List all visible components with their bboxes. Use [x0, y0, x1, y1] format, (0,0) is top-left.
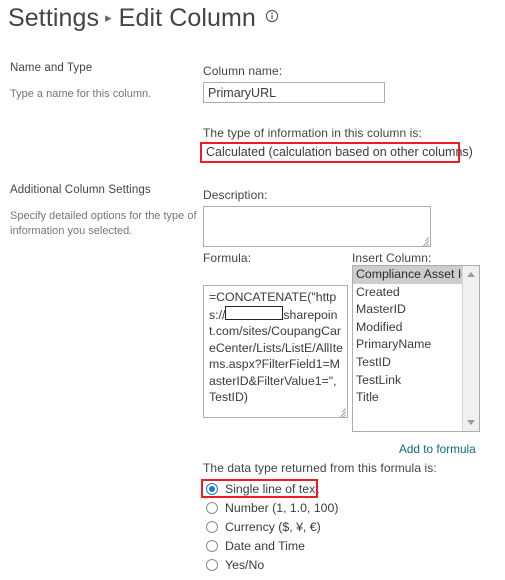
radio-yes-no[interactable]: Yes/No [206, 555, 456, 574]
column-type-group: The type of information in this column i… [203, 126, 422, 140]
column-name-input[interactable] [203, 82, 385, 103]
radio-currency[interactable]: Currency ($, ¥, €) [206, 517, 456, 536]
section-title-name-and-type: Name and Type [10, 62, 93, 74]
column-name-label: Column name: [203, 64, 283, 78]
formula-textarea[interactable]: =CONCATENATE("https://sharepoint.com/sit… [203, 285, 348, 418]
list-item[interactable]: Modified [353, 319, 462, 337]
section-description-name-and-type: Type a name for this column. [10, 88, 152, 100]
radio-single-line-of-text[interactable]: Single line of text [206, 479, 456, 498]
list-item[interactable]: MasterID [353, 301, 462, 319]
insert-column-list: Compliance Asset Id Created MasterID Mod… [353, 266, 462, 431]
formula-field-group: Formula: [203, 251, 251, 265]
insert-column-listbox[interactable]: Compliance Asset Id Created MasterID Mod… [352, 265, 480, 432]
radio-label: Yes/No [225, 557, 265, 572]
formula-redaction-block [225, 305, 284, 320]
section-description-additional-settings: Specify detailed options for the type of… [10, 210, 197, 237]
page-title: Edit Column [118, 4, 256, 32]
radio-button-icon[interactable] [206, 482, 218, 495]
formula-textarea-value: =CONCATENATE("https://sharepoint.com/sit… [204, 286, 347, 406]
scroll-down-arrow-icon[interactable] [463, 414, 479, 431]
description-textarea-value [204, 207, 430, 210]
data-type-label: The data type returned from this formula… [203, 461, 437, 475]
formula-label: Formula: [203, 251, 252, 265]
breadcrumb-settings[interactable]: Settings [8, 4, 99, 33]
radio-button-icon[interactable] [206, 539, 218, 552]
column-type-value: Calculated (calculation based on other c… [206, 145, 473, 159]
section-title-additional-settings: Additional Column Settings [10, 184, 151, 196]
list-item[interactable]: Title [353, 389, 462, 407]
column-type-label: The type of information in this column i… [203, 126, 422, 140]
radio-label: Currency ($, ¥, €) [225, 519, 321, 534]
insert-column-label: Insert Column: [352, 251, 432, 265]
scroll-up-arrow-icon[interactable] [463, 266, 479, 283]
breadcrumb: Settings ▸ Edit Column [8, 4, 279, 33]
radio-button-icon[interactable] [206, 558, 218, 571]
list-item[interactable]: PrimaryName [353, 336, 462, 354]
list-item[interactable]: TestID [353, 354, 462, 372]
list-item[interactable]: TestLink [353, 372, 462, 390]
formula-text-part2: sharepoint.com/sites/CoupangCareCenter/L… [209, 307, 343, 405]
section-name-and-type: Name and Type Type a name for this colum… [10, 62, 200, 102]
radio-button-icon[interactable] [206, 501, 218, 514]
data-type-radio-group: Single line of text Number (1, 1.0, 100)… [206, 479, 456, 574]
column-name-field-group: Column name: [203, 64, 282, 78]
description-textarea[interactable] [203, 206, 431, 247]
description-label: Description: [203, 188, 268, 202]
breadcrumb-separator-icon: ▸ [105, 10, 112, 25]
listbox-scrollbar[interactable] [462, 266, 479, 431]
radio-number[interactable]: Number (1, 1.0, 100) [206, 498, 456, 517]
radio-label: Date and Time [225, 538, 305, 553]
section-additional-column-settings: Additional Column Settings Specify detai… [10, 184, 200, 239]
description-field-group: Description: [203, 188, 268, 202]
list-item[interactable]: Created [353, 284, 462, 302]
add-to-formula-link-wrap: Add to formula [399, 440, 476, 458]
radio-label: Number (1, 1.0, 100) [225, 500, 339, 515]
radio-button-icon[interactable] [206, 520, 218, 533]
resize-grip-icon[interactable] [417, 233, 429, 246]
radio-label: Single line of text [225, 481, 319, 496]
add-to-formula-link[interactable]: Add to formula [399, 442, 476, 456]
info-circle-icon[interactable] [265, 9, 279, 23]
resize-grip-icon[interactable] [334, 404, 346, 417]
list-item[interactable]: Compliance Asset Id [353, 266, 462, 284]
radio-date-and-time[interactable]: Date and Time [206, 536, 456, 555]
